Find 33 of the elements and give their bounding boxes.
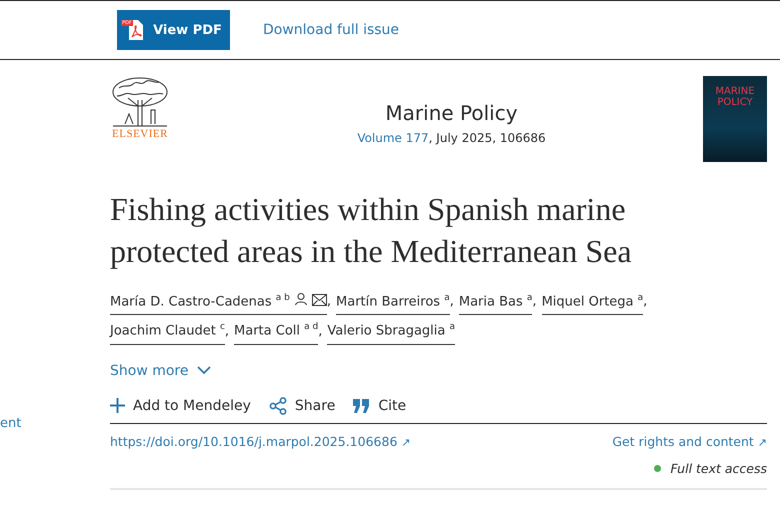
volume-link[interactable]: Volume 177 [357,131,429,145]
issue-info: Volume 177, July 2025, 106686 [357,131,546,145]
chevron-down-icon [196,366,210,376]
publisher-name: ELSEVIER [112,128,168,140]
quote-icon [353,398,370,413]
rights-link[interactable]: Get rights and content ↗ [612,434,767,449]
separator: , [450,293,454,312]
author-link[interactable]: Valerio Sbragaglia $^{a}$ [327,315,456,345]
tree-logo [111,76,169,128]
doi-link[interactable]: https://doi.org/10.1016/j.marpol.2025.106686 ↗ [110,434,411,449]
separator: , [318,322,322,341]
share-icon [268,396,287,415]
mail-icon [312,294,327,306]
journal-title[interactable]: Marine Policy [385,101,518,125]
show-more-link[interactable]: Show more [110,362,210,379]
access-label: Full text access [670,460,767,476]
separator: , [532,293,537,312]
separator: , [643,293,648,312]
cite-button[interactable]: Cite [353,396,406,415]
separator: , [326,293,332,312]
author-link[interactable]: Marta Coll $^{a d}$ [234,315,318,345]
author-link[interactable]: Maria Bas $^{a}$ [458,286,532,316]
share-button[interactable]: Share [268,396,336,415]
download-full-issue-link[interactable]: Download full issue [263,22,400,38]
article-title: Fishing activities within Spanish marine protected areas in the Mediterranean Sea [110,190,633,271]
author-link[interactable]: María D. Castro-Cadenas $^{a b}$ [110,286,327,316]
plus-icon [110,398,125,414]
author-link[interactable]: Joachim Claudet $^{c}$ [110,315,225,345]
separator: , [224,322,230,341]
sidebar-link[interactable]: ent [0,416,22,431]
add-button[interactable]: Add to Mendeley [110,396,251,415]
author-link[interactable]: Miquel Ortega $^{a}$ [542,286,644,316]
author-link[interactable]: Martín Barreiros $^{a}$ [336,286,450,316]
